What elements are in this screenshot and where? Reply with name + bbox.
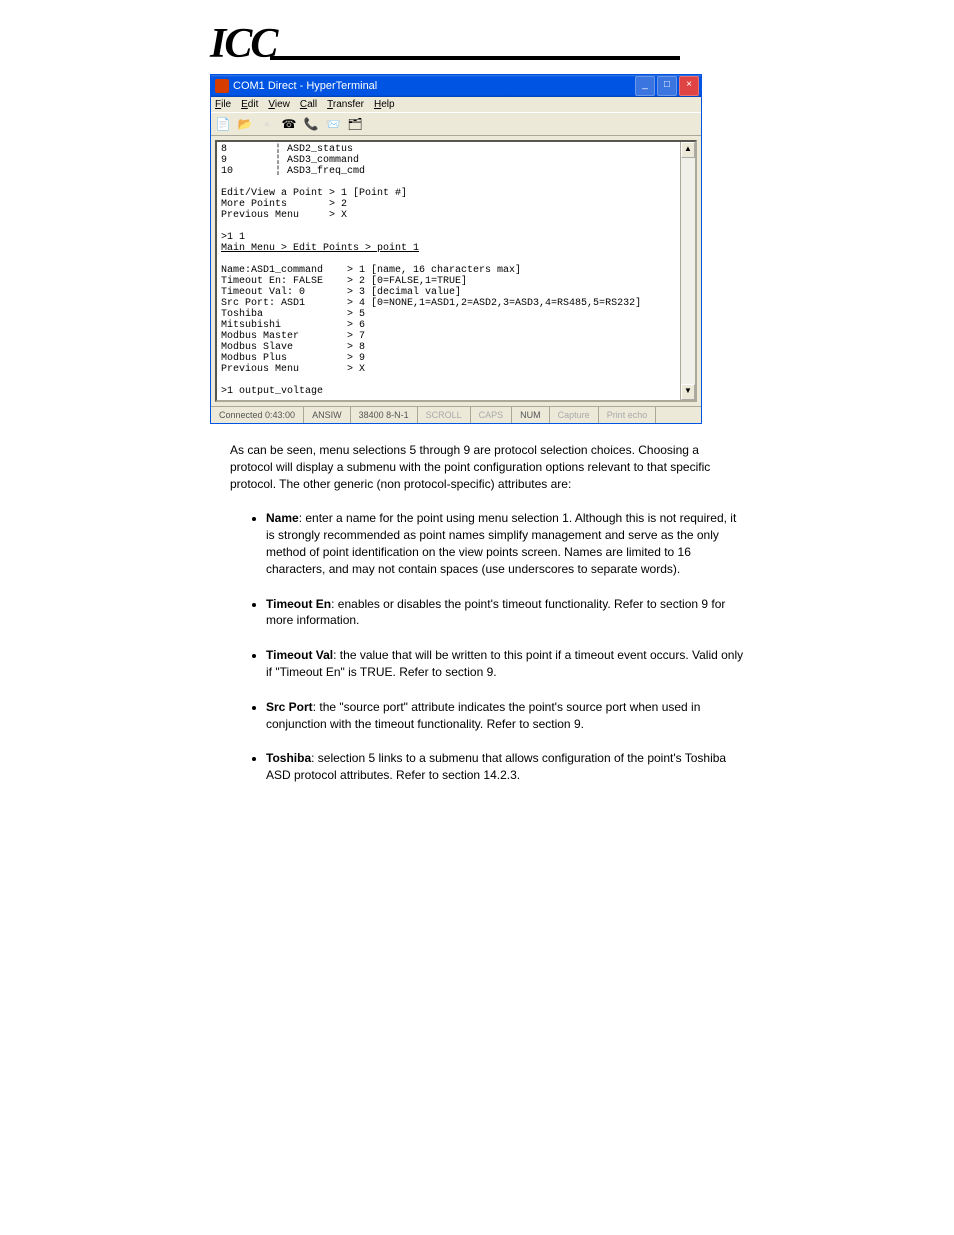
properties-icon[interactable]: 🗂: [347, 116, 363, 132]
status-mode: ANSIW: [304, 407, 351, 423]
list-item: Timeout En: enables or disables the poin…: [266, 596, 744, 630]
scrollbar[interactable]: ▲ ▼: [680, 142, 695, 400]
menu-file[interactable]: File: [215, 99, 231, 110]
status-num: NUM: [512, 407, 550, 423]
status-caps: CAPS: [471, 407, 513, 423]
statusbar: Connected 0:43:00 ANSIW 38400 8-N-1 SCRO…: [211, 406, 701, 423]
status-scroll: SCROLL: [418, 407, 471, 423]
toolbar: 📄 📂 ▫ ☎ 📞 📨 🗂: [211, 112, 701, 136]
close-button[interactable]: ×: [679, 76, 699, 96]
terminal-output: 8 ¦ ASD2_status 9 ¦ ASD3_command 10 ¦ AS…: [217, 142, 680, 400]
intro-paragraph: As can be seen, menu selections 5 throug…: [210, 442, 744, 492]
body-text: As can be seen, menu selections 5 throug…: [210, 442, 744, 784]
menu-view[interactable]: View: [268, 99, 290, 110]
status-printecho: Print echo: [599, 407, 657, 423]
send-icon[interactable]: 📨: [325, 116, 341, 132]
sep-icon: ▫: [259, 116, 275, 132]
menu-help[interactable]: Help: [374, 99, 395, 110]
scroll-track[interactable]: [681, 158, 695, 384]
minimize-button[interactable]: _: [635, 76, 655, 96]
menu-transfer[interactable]: Transfer: [327, 99, 364, 110]
status-connected: Connected 0:43:00: [211, 407, 304, 423]
call-icon[interactable]: ☎: [281, 116, 297, 132]
bullet-list: Name: enter a name for the point using m…: [210, 510, 744, 784]
list-item: Toshiba: selection 5 links to a submenu …: [266, 750, 744, 784]
maximize-button[interactable]: □: [657, 76, 677, 96]
status-settings: 38400 8-N-1: [351, 407, 418, 423]
status-capture: Capture: [550, 407, 599, 423]
new-icon[interactable]: 📄: [215, 116, 231, 132]
scroll-up-button[interactable]: ▲: [681, 142, 695, 158]
logo: ICC: [210, 20, 744, 68]
list-item: Name: enter a name for the point using m…: [266, 510, 744, 577]
window-titlebar: COM1 Direct - HyperTerminal _ □ ×: [211, 75, 701, 97]
window-title: COM1 Direct - HyperTerminal: [233, 80, 377, 92]
open-icon[interactable]: 📂: [237, 116, 253, 132]
list-item: Src Port: the "source port" attribute in…: [266, 699, 744, 733]
logo-underline: [270, 56, 680, 60]
app-icon: [215, 79, 229, 93]
menu-call[interactable]: Call: [300, 99, 317, 110]
menu-edit[interactable]: Edit: [241, 99, 258, 110]
disconnect-icon[interactable]: 📞: [303, 116, 319, 132]
hyperterminal-window: COM1 Direct - HyperTerminal _ □ × File E…: [210, 74, 702, 424]
terminal-area[interactable]: 8 ¦ ASD2_status 9 ¦ ASD3_command 10 ¦ AS…: [215, 140, 697, 402]
menubar: File Edit View Call Transfer Help: [211, 97, 701, 112]
scroll-down-button[interactable]: ▼: [681, 384, 695, 400]
list-item: Timeout Val: the value that will be writ…: [266, 647, 744, 681]
